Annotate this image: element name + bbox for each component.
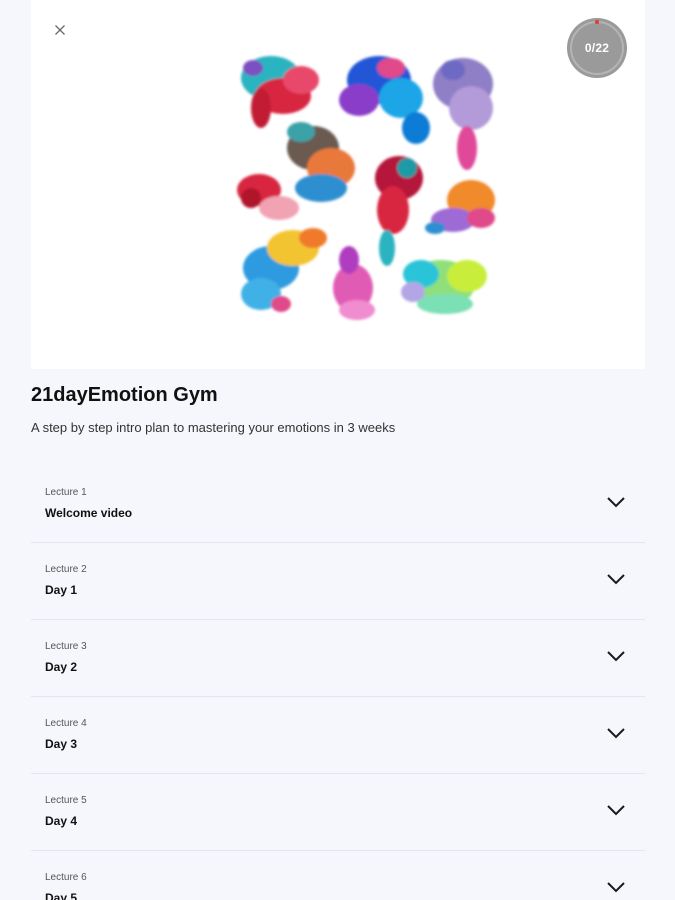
chevron-down-icon[interactable] — [605, 648, 627, 664]
close-icon[interactable] — [52, 22, 68, 38]
lecture-name: Day 5 — [45, 891, 78, 900]
chevron-down-icon[interactable] — [605, 725, 627, 741]
chevron-down-icon[interactable] — [605, 802, 627, 818]
chevron-down-icon[interactable] — [605, 879, 627, 895]
lecture-row-5[interactable]: Lecture 5 Day 4 — [31, 774, 645, 851]
lecture-number: Lecture 3 — [45, 641, 87, 652]
course-page: 0/22 21dayEmotion Gym A step by step int… — [0, 0, 675, 900]
lecture-row-6[interactable]: Lecture 6 Day 5 — [31, 851, 645, 900]
chevron-down-icon[interactable] — [605, 494, 627, 510]
colorful-ink-clouds-image — [237, 56, 495, 320]
lecture-row-3[interactable]: Lecture 3 Day 2 — [31, 620, 645, 697]
progress-count: 0/22 — [584, 41, 610, 55]
lecture-name: Welcome video — [45, 506, 133, 520]
lecture-number: Lecture 2 — [45, 564, 87, 575]
lecture-row-1[interactable]: Lecture 1 Welcome video — [31, 466, 645, 543]
lecture-name: Day 2 — [45, 660, 78, 674]
chevron-down-icon[interactable] — [605, 571, 627, 587]
progress-badge[interactable]: 0/22 — [567, 18, 627, 78]
course-description: A step by step intro plan to mastering y… — [31, 420, 396, 435]
lecture-number: Lecture 1 — [45, 487, 87, 498]
lecture-name: Day 4 — [45, 814, 78, 828]
lecture-list: Lecture 1 Welcome video Lecture 2 Day 1 … — [31, 466, 645, 900]
lecture-row-4[interactable]: Lecture 4 Day 3 — [31, 697, 645, 774]
lecture-name: Day 3 — [45, 737, 78, 751]
lecture-row-2[interactable]: Lecture 2 Day 1 — [31, 543, 645, 620]
lecture-name: Day 1 — [45, 583, 78, 597]
course-hero-image-panel — [31, 0, 645, 369]
lecture-number: Lecture 6 — [45, 872, 87, 883]
lecture-number: Lecture 4 — [45, 718, 87, 729]
lecture-number: Lecture 5 — [45, 795, 87, 806]
course-title: 21dayEmotion Gym — [31, 384, 218, 406]
